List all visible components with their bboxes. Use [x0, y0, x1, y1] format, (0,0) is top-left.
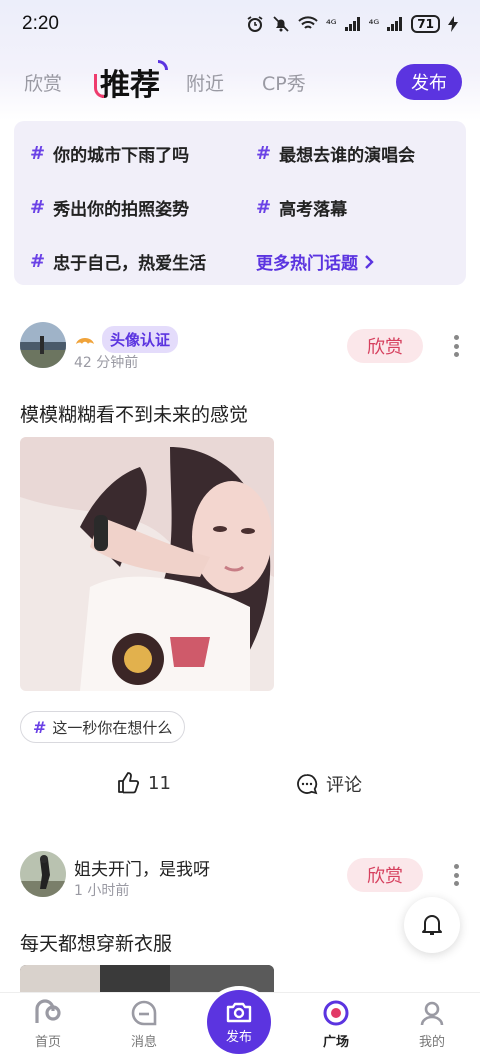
app-screen: 2:20 ⁴ᴳ ⁴ᴳ 71 欣赏 推荐 附近 CP秀 发布 # 你的城市下雨了吗 … [0, 0, 480, 1058]
topic-item[interactable]: # 忠于自己，热爱生活 [30, 249, 206, 274]
target-icon [323, 1000, 349, 1026]
notification-fab[interactable] [404, 897, 460, 953]
hash-icon: # [30, 143, 46, 164]
topic-item[interactable]: # 秀出你的拍照姿势 [30, 195, 189, 220]
signal-label-2: ⁴ᴳ [368, 17, 380, 31]
nav-profile-label: 我的 [418, 1035, 445, 1050]
nav-home-label: 首页 [34, 1035, 61, 1050]
comment-label: 评论 [326, 775, 362, 796]
avatar-verified-badge: 头像认证 [102, 326, 179, 353]
tab-accent-mark-2 [158, 60, 169, 70]
more-topics-link[interactable]: 更多热门话题 [256, 249, 374, 274]
camera-icon [226, 1002, 252, 1022]
nav-square-label: 广场 [322, 1035, 349, 1050]
tab-recommend-label: 推荐 [100, 68, 161, 103]
center-publish-button[interactable]: 发布 [207, 990, 271, 1054]
topic-item[interactable]: # 高考落幕 [256, 195, 347, 220]
post-title: 每天都想穿新衣服 [20, 933, 173, 955]
message-icon [131, 1000, 157, 1026]
home-logo-icon [35, 999, 61, 1023]
more-topics-label: 更多热门话题 [256, 254, 358, 274]
post-topic-tag-label: 这一秒你在想什么 [52, 718, 173, 737]
post-time: 1 小时前 [74, 883, 130, 899]
status-time: 2:20 [22, 13, 59, 34]
hash-icon: # [256, 143, 272, 164]
nav-messages-label: 消息 [130, 1035, 157, 1050]
post-author-row: 头像认证 [74, 326, 179, 353]
hash-icon: # [33, 717, 47, 737]
tab-admire[interactable]: 欣赏 [24, 69, 62, 96]
signal-bars-icon [344, 17, 360, 31]
post-time: 42 分钟前 [74, 355, 139, 371]
topic-label: 忠于自己，热爱生活 [53, 254, 207, 274]
chevron-right-icon [365, 254, 374, 269]
avatar[interactable] [20, 322, 66, 368]
hash-icon: # [256, 197, 272, 218]
nav-profile[interactable]: 我的 [402, 999, 462, 1050]
topic-label: 高考落幕 [279, 200, 348, 220]
croissant-icon [76, 337, 94, 344]
mute-icon [273, 16, 289, 32]
wifi-icon [298, 16, 318, 29]
post-photo[interactable] [20, 437, 274, 691]
nav-messages[interactable]: 消息 [114, 999, 174, 1050]
post-topic-tag[interactable]: # 这一秒你在想什么 [20, 711, 186, 743]
top-tabs: 欣赏 推荐 附近 CP秀 发布 [24, 58, 462, 106]
comment-icon [297, 774, 318, 795]
user-icon [420, 1001, 444, 1026]
hot-topics-panel: # 你的城市下雨了吗 # 最想去谁的演唱会 # 秀出你的拍照姿势 # 高考落幕 # 忠于自… [14, 121, 466, 285]
comment-button[interactable]: 评论 [296, 771, 362, 797]
topic-label: 你的城市下雨了吗 [53, 146, 190, 166]
hash-icon: # [30, 251, 46, 272]
more-options-icon[interactable] [446, 860, 466, 890]
admire-button[interactable]: 欣赏 [347, 858, 423, 892]
alarm-icon [247, 16, 263, 32]
admire-button[interactable]: 欣赏 [347, 329, 423, 363]
topic-item[interactable]: # 你的城市下雨了吗 [30, 141, 189, 166]
tab-accent-mark [94, 74, 105, 98]
charging-icon [448, 16, 458, 32]
center-publish-label: 发布 [225, 1029, 252, 1045]
post-author-name[interactable]: 姐夫开门，是我呀 [74, 855, 210, 880]
more-options-icon[interactable] [446, 331, 466, 361]
tab-cp-show[interactable]: CP秀 [262, 69, 306, 96]
status-icons: ⁴ᴳ ⁴ᴳ 71 [246, 15, 458, 33]
post-title: 模模糊糊看不到未来的感觉 [20, 404, 249, 426]
hash-icon: # [30, 197, 46, 218]
signal-label-1: ⁴ᴳ [325, 17, 337, 31]
status-bar: 2:20 ⁴ᴳ ⁴ᴳ 71 [0, 0, 480, 48]
nav-home[interactable]: 首页 [18, 999, 78, 1050]
topic-label: 最想去谁的演唱会 [279, 146, 416, 166]
like-button[interactable]: 11 [116, 771, 171, 795]
nav-square[interactable]: 广场 [306, 999, 366, 1050]
publish-button[interactable]: 发布 [396, 64, 462, 100]
avatar[interactable] [20, 851, 66, 897]
topic-item[interactable]: # 最想去谁的演唱会 [256, 141, 415, 166]
bell-icon [422, 915, 442, 935]
battery-indicator: 71 [411, 15, 440, 33]
tab-nearby[interactable]: 附近 [186, 69, 224, 96]
tab-recommend[interactable]: 推荐 [94, 60, 169, 104]
like-count: 11 [148, 772, 171, 794]
topic-label: 秀出你的拍照姿势 [53, 200, 190, 220]
thumbs-up-icon [118, 772, 140, 794]
signal-bars-icon-2 [387, 17, 403, 31]
